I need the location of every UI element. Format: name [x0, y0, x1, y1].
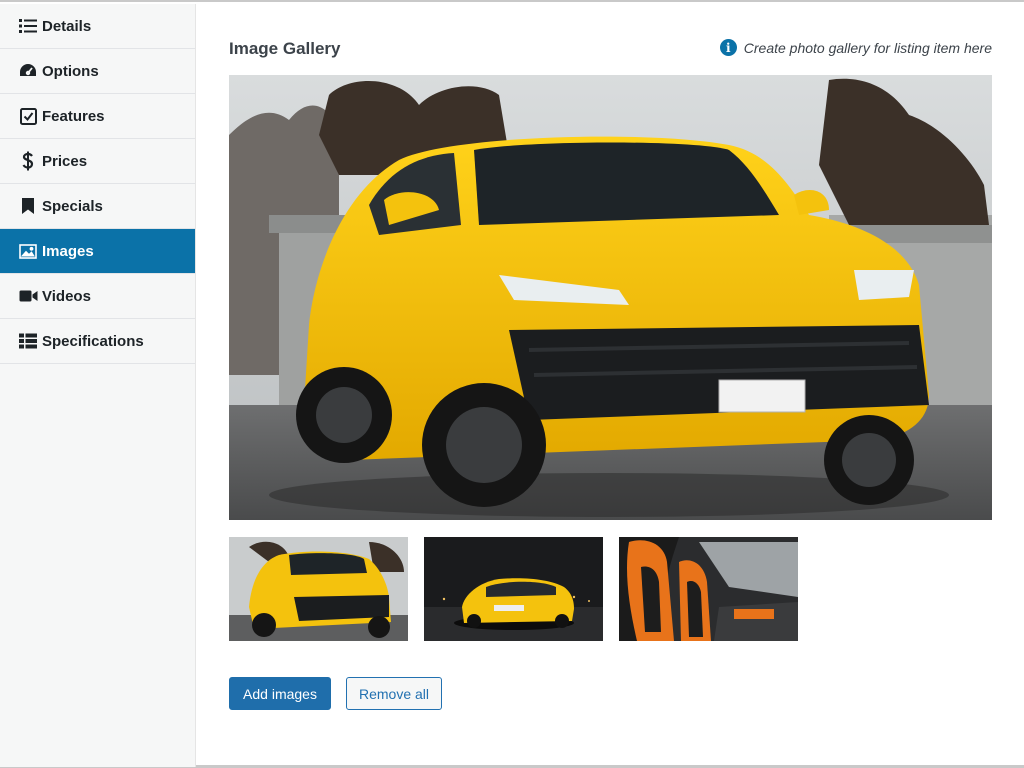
video-icon: [18, 286, 38, 306]
sidebar-item-label: Specifications: [42, 332, 144, 350]
thumbnail-yellow-suv-night: [424, 537, 603, 641]
sidebar-item-label: Features: [42, 107, 105, 125]
sidebar-item-videos[interactable]: Videos: [0, 274, 195, 319]
bookmark-icon: [18, 196, 38, 216]
featured-image[interactable]: [229, 75, 992, 520]
list-icon: [18, 16, 38, 36]
dashboard-icon: [18, 61, 38, 81]
gallery-thumbnail[interactable]: [229, 537, 408, 641]
sidebar-item-label: Prices: [42, 152, 88, 170]
yellow-suv-photo: [229, 75, 992, 520]
info-icon: i: [719, 39, 737, 56]
sidebar-item-label: Videos: [42, 287, 91, 305]
dollar-icon: [18, 151, 38, 171]
gallery-thumbnail[interactable]: [424, 537, 603, 641]
thumbnail-orange-interior: [619, 537, 798, 641]
sidebar-item-prices[interactable]: Prices: [0, 139, 195, 184]
sidebar-item-label: Specials: [42, 197, 103, 215]
sidebar-item-label: Images: [42, 242, 94, 260]
page-title: Image Gallery: [229, 39, 341, 58]
gallery-hint: i Create photo gallery for listing item …: [719, 39, 992, 56]
sidebar-item-details[interactable]: Details: [0, 4, 195, 49]
app-window: Details Options Features Prices Specials: [0, 0, 1024, 768]
remove-all-button[interactable]: Remove all: [346, 677, 442, 710]
sidebar-item-images[interactable]: Images: [0, 229, 195, 274]
sidebar-item-options[interactable]: Options: [0, 49, 195, 94]
sidebar: Details Options Features Prices Specials: [0, 4, 196, 767]
sidebar-item-specials[interactable]: Specials: [0, 184, 195, 229]
sidebar-item-features[interactable]: Features: [0, 94, 195, 139]
gallery-header: Image Gallery i Create photo gallery for…: [229, 39, 992, 61]
thumbnail-yellow-suv-front: [229, 537, 408, 641]
checkbox-icon: [18, 106, 38, 126]
sidebar-item-label: Options: [42, 62, 99, 80]
sidebar-item-label: Details: [42, 17, 92, 35]
table-icon: [18, 331, 38, 351]
image-icon: [18, 241, 38, 261]
add-images-button[interactable]: Add images: [229, 677, 331, 710]
gallery-hint-text: Create photo gallery for listing item he…: [743, 39, 992, 56]
sidebar-item-specifications[interactable]: Specifications: [0, 319, 195, 364]
gallery-thumbnail[interactable]: [619, 537, 798, 641]
